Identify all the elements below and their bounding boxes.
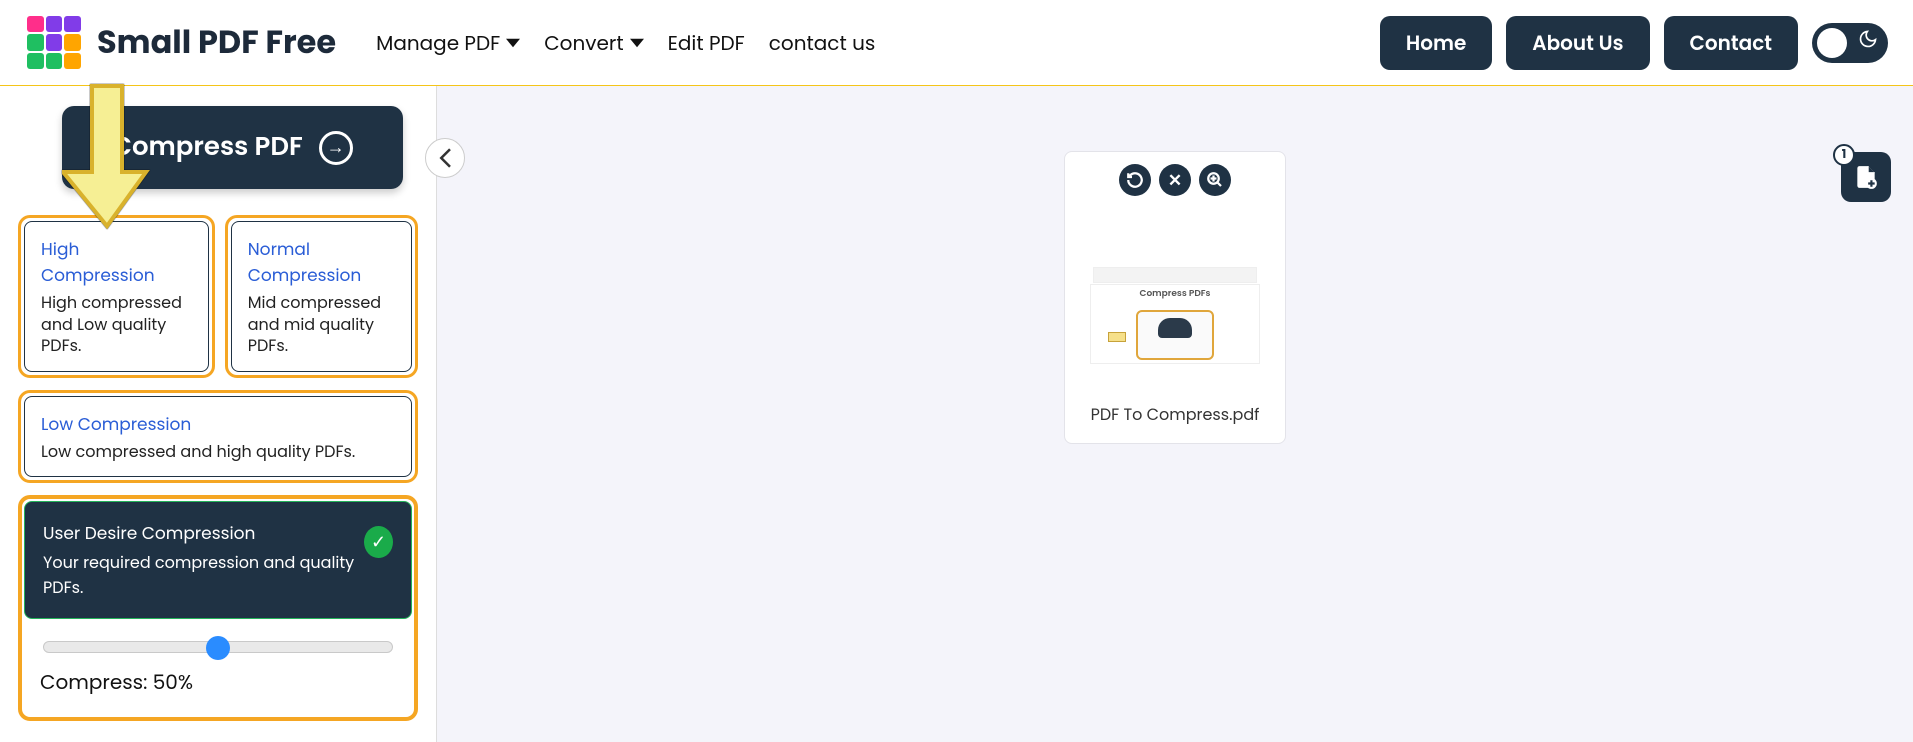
option-low-wrap: Low Compression Low compressed and high … xyxy=(18,390,418,484)
dark-mode-toggle[interactable] xyxy=(1812,23,1888,63)
add-file-button[interactable]: 1 xyxy=(1841,152,1891,202)
rotate-file-button[interactable] xyxy=(1119,164,1151,196)
chevron-down-icon xyxy=(630,36,644,50)
option-desc: Low compressed and high quality PDFs. xyxy=(41,441,395,463)
close-icon: ✕ xyxy=(1168,167,1182,193)
zoom-in-icon xyxy=(1206,171,1224,189)
options-sidebar: Compress PDF High Compression High compr… xyxy=(0,86,436,742)
zoom-file-button[interactable] xyxy=(1199,164,1231,196)
option-user-wrap: User Desire Compression Your required co… xyxy=(18,495,418,721)
file-count-badge: 1 xyxy=(1833,144,1855,166)
compress-pdf-button[interactable]: Compress PDF xyxy=(62,106,403,189)
remove-file-button[interactable]: ✕ xyxy=(1159,164,1191,196)
home-button[interactable]: Home xyxy=(1380,16,1492,70)
option-desc: Mid compressed and mid quality PDFs. xyxy=(248,292,395,357)
contact-button[interactable]: Contact xyxy=(1664,16,1798,70)
option-desc: High compressed and Low quality PDFs. xyxy=(41,292,192,357)
nav-convert[interactable]: Convert xyxy=(544,28,643,58)
workspace: ✕ Compress PDFs PDF To Compress.pdf 1 xyxy=(436,86,1913,742)
rotate-icon xyxy=(1126,171,1144,189)
slider-thumb[interactable] xyxy=(206,636,230,660)
nav-label: contact us xyxy=(769,28,876,58)
moon-icon xyxy=(1858,29,1878,56)
option-title: Low Compression xyxy=(41,411,395,437)
main-content: Compress PDF High Compression High compr… xyxy=(0,86,1913,742)
brand-title: Small PDF Free xyxy=(97,19,336,67)
compression-value-label: Compress: 50% xyxy=(38,667,398,697)
toggle-knob xyxy=(1817,28,1847,58)
option-high-wrap: High Compression High compressed and Low… xyxy=(18,215,215,378)
option-normal-wrap: Normal Compression Mid compressed and mi… xyxy=(225,215,418,378)
option-low-compression[interactable]: Low Compression Low compressed and high … xyxy=(24,396,412,478)
file-name: PDF To Compress.pdf xyxy=(1071,402,1279,427)
option-title: High Compression xyxy=(41,236,192,288)
brand-logo xyxy=(25,14,83,72)
option-desc: Your required compression and quality PD… xyxy=(43,550,364,600)
collapse-sidebar-button[interactable] xyxy=(425,138,465,178)
option-normal-compression[interactable]: Normal Compression Mid compressed and mi… xyxy=(231,221,412,372)
nav-label: Manage PDF xyxy=(376,28,500,58)
check-icon: ✓ xyxy=(364,526,393,558)
header-actions: Home About Us Contact xyxy=(1380,16,1888,70)
file-thumbnail: Compress PDFs xyxy=(1080,202,1270,392)
about-button[interactable]: About Us xyxy=(1506,16,1649,70)
arrow-right-icon xyxy=(319,131,353,165)
option-title: User Desire Compression xyxy=(43,520,364,546)
add-file-icon xyxy=(1853,164,1879,190)
nav-edit-pdf[interactable]: Edit PDF xyxy=(668,28,745,58)
option-user-desire-compression[interactable]: User Desire Compression Your required co… xyxy=(24,501,412,619)
nav-label: Edit PDF xyxy=(668,28,745,58)
file-controls: ✕ xyxy=(1071,164,1279,196)
compression-slider[interactable] xyxy=(43,641,393,653)
option-high-compression[interactable]: High Compression High compressed and Low… xyxy=(24,221,209,372)
chevron-left-icon xyxy=(438,148,452,168)
chevron-down-icon xyxy=(506,36,520,50)
brand-block[interactable]: Small PDF Free xyxy=(25,14,336,72)
primary-nav: Manage PDF Convert Edit PDF contact us xyxy=(376,28,875,58)
option-title: Normal Compression xyxy=(248,236,395,288)
nav-contact-us[interactable]: contact us xyxy=(769,28,876,58)
nav-manage-pdf[interactable]: Manage PDF xyxy=(376,28,520,58)
nav-label: Convert xyxy=(544,28,623,58)
app-header: Small PDF Free Manage PDF Convert Edit P… xyxy=(0,0,1913,86)
primary-action-label: Compress PDF xyxy=(112,128,303,167)
compression-slider-area: Compress: 50% xyxy=(24,619,412,715)
file-preview-card[interactable]: ✕ Compress PDFs PDF To Compress.pdf xyxy=(1064,151,1286,444)
